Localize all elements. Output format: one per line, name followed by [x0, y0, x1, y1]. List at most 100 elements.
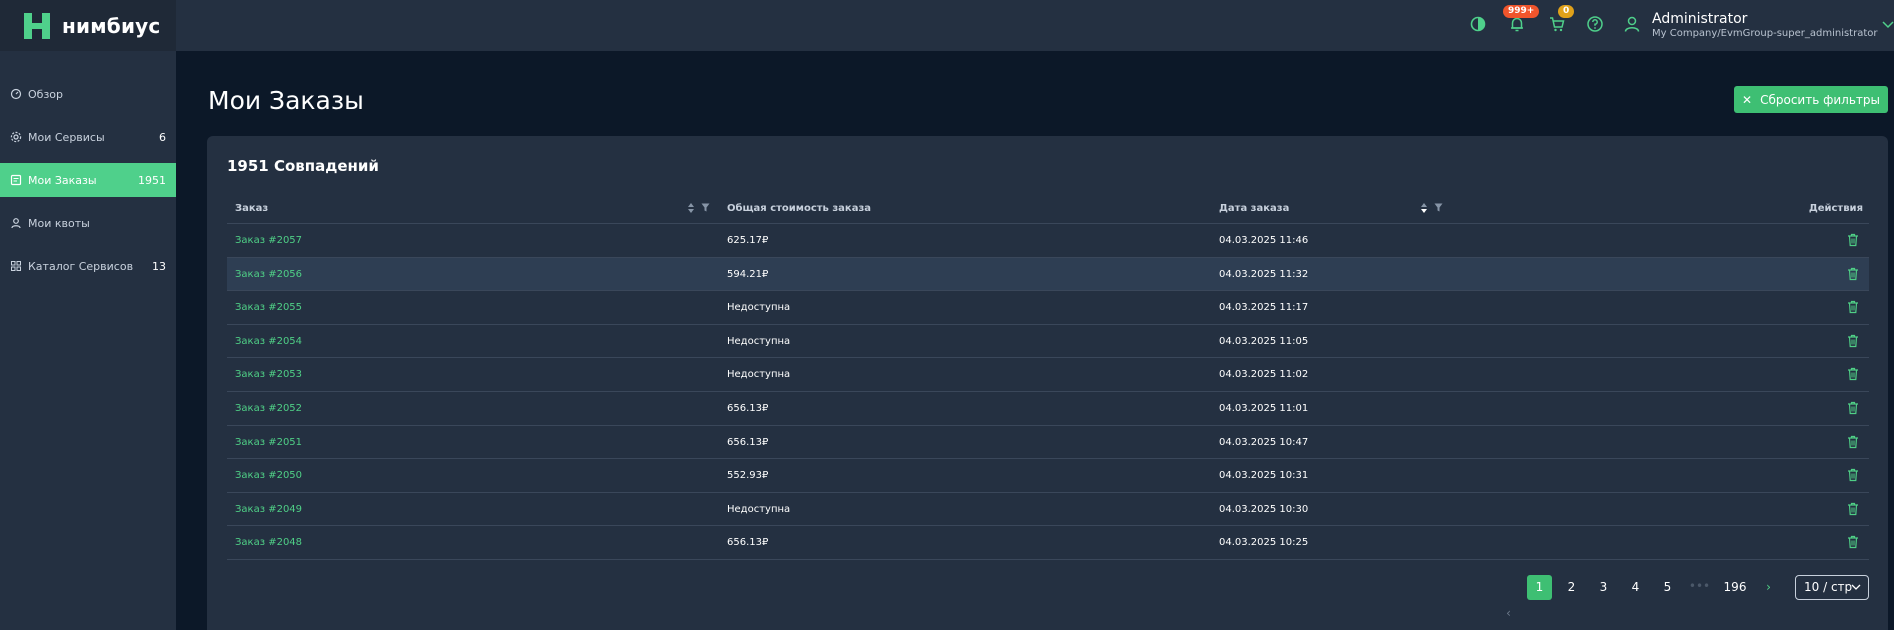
sidebar-item-services[interactable]: Мои Сервисы 6 [0, 120, 176, 154]
table-row: Заказ #2055 Недоступна 04.03.2025 11:17 [227, 291, 1869, 325]
sidebar-item-label: Мои Сервисы [28, 130, 105, 144]
sidebar-item-count: 6 [159, 130, 166, 144]
brand-name: нимбиус [62, 13, 161, 38]
trash-icon[interactable] [1847, 468, 1859, 482]
theme-toggle-icon[interactable] [1469, 15, 1487, 33]
topbar: 999+ 0 Administrator My Company/EvmGroup… [176, 0, 1894, 51]
page-button[interactable]: 4 [1623, 575, 1648, 600]
order-link[interactable]: Заказ #2053 [235, 369, 302, 380]
sidebar-item-label: Каталог Сервисов [28, 259, 134, 273]
order-date: 04.03.2025 11:32 [1219, 268, 1309, 280]
trash-icon[interactable] [1847, 502, 1859, 516]
order-link[interactable]: Заказ #2048 [235, 537, 302, 548]
table-row: Заказ #2051 656.13₽ 04.03.2025 10:47 [227, 426, 1869, 460]
gear-icon [10, 131, 22, 143]
order-cost: 594.21₽ [727, 268, 769, 280]
trash-icon[interactable] [1847, 435, 1859, 449]
order-link[interactable]: Заказ #2056 [235, 269, 302, 280]
order-date: 04.03.2025 11:17 [1219, 302, 1309, 314]
table-row: Заказ #2049 Недоступна 04.03.2025 10:30 [227, 493, 1869, 527]
order-cost: Недоступна [727, 335, 791, 347]
reset-filters-label: Сбросить фильтры [1760, 92, 1880, 107]
page-size-select[interactable]: 10 / стр [1795, 575, 1869, 600]
sidebar-item-overview[interactable]: Обзор [0, 77, 176, 111]
sidebar-nav: Обзор Мои Сервисы 6 Мои Заказы 1951 Мои … [0, 77, 176, 283]
order-date: 04.03.2025 11:05 [1219, 335, 1309, 347]
user-company: My Company/EvmGroup-super_administrator [1652, 28, 1878, 39]
sidebar-item-label: Обзор [28, 87, 64, 101]
filter-icon[interactable] [701, 203, 710, 212]
page-title: Мои Заказы [208, 86, 364, 115]
sidebar: нимбиус Обзор Мои Сервисы 6 Мои Заказы 1… [0, 0, 176, 630]
order-date: 04.03.2025 11:02 [1219, 369, 1309, 381]
order-link[interactable]: Заказ #2051 [235, 437, 302, 448]
page-size-value: 10 / стр [1804, 580, 1853, 594]
trash-icon[interactable] [1847, 267, 1859, 281]
page-button[interactable]: 1 [1527, 575, 1552, 600]
chevron-down-icon[interactable] [1882, 20, 1894, 30]
column-header-date[interactable]: Дата заказа [1219, 203, 1289, 214]
user-avatar-icon[interactable] [1623, 15, 1641, 33]
order-cost: 656.13₽ [727, 537, 769, 549]
trash-icon[interactable] [1847, 334, 1859, 348]
table-row: Заказ #2048 656.13₽ 04.03.2025 10:25 [227, 526, 1869, 560]
order-date: 04.03.2025 11:01 [1219, 402, 1309, 414]
sidebar-item-count: 1951 [138, 173, 166, 187]
order-date: 04.03.2025 10:31 [1219, 470, 1309, 482]
order-cost: Недоступна [727, 503, 791, 515]
page-button[interactable]: 2 [1559, 575, 1584, 600]
order-link[interactable]: Заказ #2057 [235, 235, 302, 246]
next-page-button[interactable]: › [1756, 575, 1781, 600]
table-row: Заказ #2052 656.13₽ 04.03.2025 11:01 [227, 392, 1869, 426]
page-button[interactable]: 3 [1591, 575, 1616, 600]
sidebar-item-label: Мои квоты [28, 216, 90, 230]
order-cost: 656.13₽ [727, 402, 769, 414]
page-ellipsis[interactable]: ••• [1687, 575, 1712, 600]
order-date: 04.03.2025 11:46 [1219, 235, 1309, 246]
help-icon[interactable] [1586, 15, 1604, 33]
column-header-actions: Действия [1808, 203, 1863, 214]
document-icon [10, 174, 22, 186]
sidebar-item-orders[interactable]: Мои Заказы 1951 [0, 163, 176, 197]
table-header: Заказ Общая стоимость заказа Дата заказа… [227, 191, 1869, 224]
dashboard-icon [10, 88, 22, 100]
order-link[interactable]: Заказ #2055 [235, 302, 302, 313]
order-link[interactable]: Заказ #2054 [235, 336, 302, 347]
user-icon [11, 218, 21, 229]
order-link[interactable]: Заказ #2052 [235, 403, 302, 414]
prev-page-button[interactable]: ‹ [1496, 601, 1521, 626]
orders-card: 1951 Совпадений Заказ Общая стоимость за… [207, 136, 1888, 630]
order-date: 04.03.2025 10:30 [1219, 503, 1309, 515]
filter-icon[interactable] [1434, 203, 1443, 212]
user-name[interactable]: Administrator [1652, 11, 1747, 27]
trash-icon[interactable] [1847, 300, 1859, 314]
table-row: Заказ #2056 594.21₽ 04.03.2025 11:32 [227, 257, 1869, 292]
sort-icon[interactable] [1420, 202, 1428, 214]
logo[interactable]: нимбиус [0, 0, 176, 51]
table-row: Заказ #2053 Недоступна 04.03.2025 11:02 [227, 358, 1869, 392]
order-link[interactable]: Заказ #2049 [235, 504, 302, 515]
page-button[interactable]: 196 [1720, 575, 1750, 600]
order-link[interactable]: Заказ #2050 [235, 470, 302, 481]
sidebar-item-label: Мои Заказы [28, 173, 97, 187]
order-cost: 656.13₽ [727, 436, 769, 448]
order-cost: Недоступна [727, 302, 791, 314]
trash-icon[interactable] [1847, 401, 1859, 415]
column-header-order[interactable]: Заказ [235, 203, 268, 214]
page-button[interactable]: 5 [1655, 575, 1680, 600]
sidebar-item-catalog[interactable]: Каталог Сервисов 13 [0, 249, 176, 283]
order-date: 04.03.2025 10:47 [1219, 436, 1309, 448]
sidebar-item-quotas[interactable]: Мои квоты [0, 206, 176, 240]
nimbus-logo-icon [24, 12, 50, 39]
trash-icon[interactable] [1847, 535, 1859, 549]
reset-filters-button[interactable]: ✕ Сбросить фильтры [1734, 86, 1888, 113]
trash-icon[interactable] [1847, 233, 1859, 247]
column-header-cost: Общая стоимость заказа [727, 203, 872, 214]
trash-icon[interactable] [1847, 367, 1859, 381]
sort-icon[interactable] [687, 202, 695, 214]
cart-badge: 0 [1558, 5, 1575, 18]
order-cost: 625.17₽ [727, 235, 769, 246]
table-row: Заказ #2050 552.93₽ 04.03.2025 10:31 [227, 459, 1869, 493]
matches-count: 1951 Совпадений [227, 157, 379, 175]
notifications-badge: 999+ [1503, 5, 1540, 18]
